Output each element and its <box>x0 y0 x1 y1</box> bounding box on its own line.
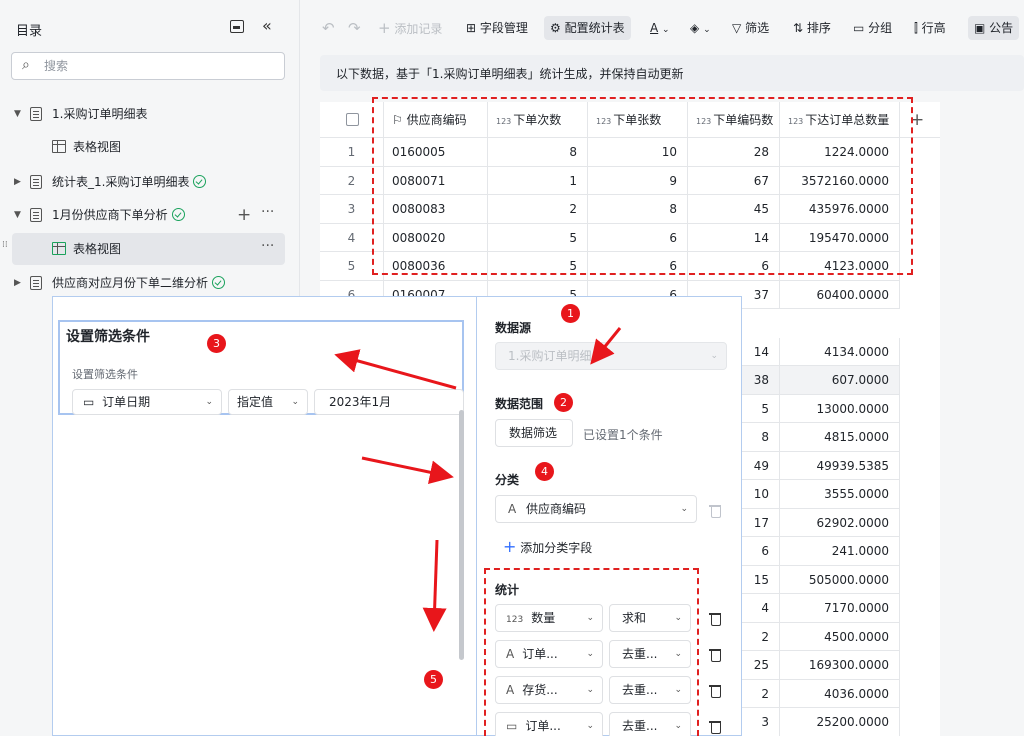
arrow-to-category <box>361 456 454 485</box>
arrow-to-datasource <box>590 327 622 365</box>
arrow-to-filter <box>334 349 457 390</box>
annotation-arrows <box>334 327 622 632</box>
arrow-to-stats <box>422 539 447 632</box>
